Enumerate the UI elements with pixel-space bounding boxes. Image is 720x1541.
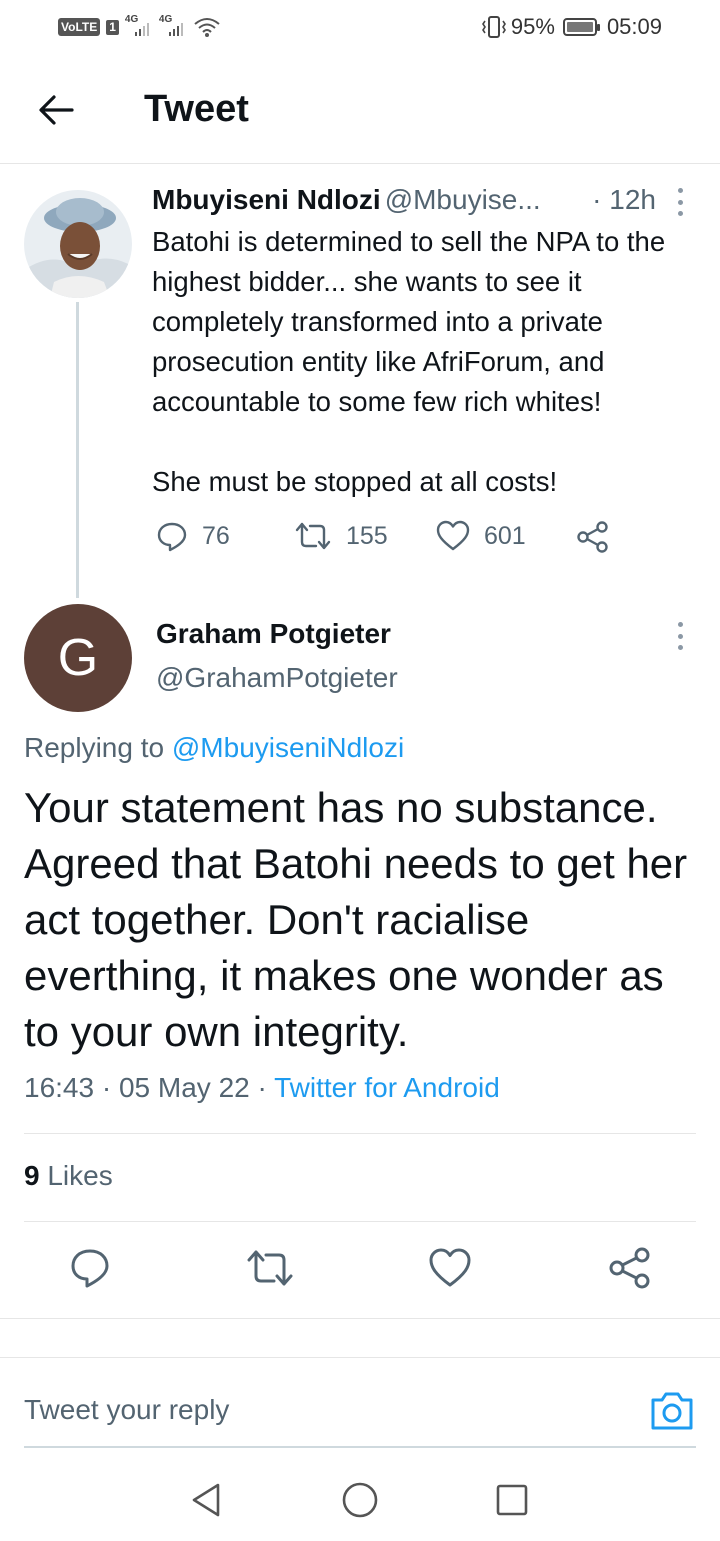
replying-to: Replying to @MbuyiseniNdlozi: [24, 732, 404, 764]
battery-percent: 95%: [510, 14, 555, 39]
reply-action[interactable]: 76: [156, 520, 230, 552]
parent-author-name[interactable]: Mbuyiseni Ndlozi: [152, 184, 381, 215]
square-recents-icon: [496, 1484, 528, 1516]
retweet-count: 155: [346, 521, 388, 550]
meta-separator: ·: [94, 1072, 119, 1103]
thread-line: [76, 302, 79, 598]
sim-badge: 1: [106, 19, 119, 35]
status-left: VoLTE 1 4G 4G: [58, 14, 221, 40]
nav-home-button[interactable]: [340, 1480, 380, 1520]
more-options-icon[interactable]: [676, 188, 684, 216]
retweet-icon: [295, 522, 331, 550]
reply-more-options-icon[interactable]: [676, 622, 684, 650]
system-nav-bar: [0, 1470, 720, 1530]
signal-icon-2: 4G: [159, 14, 187, 38]
divider: [24, 1133, 696, 1134]
likes-count: 9: [24, 1160, 40, 1191]
divider: [24, 1221, 696, 1222]
top-app-bar: Tweet: [0, 60, 720, 164]
parent-author-handle[interactable]: @Mbuyise...: [385, 184, 541, 215]
reply-icon: [157, 522, 187, 552]
nav-back-button[interactable]: [186, 1480, 226, 1520]
likes-summary[interactable]: 9 Likes: [24, 1160, 113, 1192]
parent-tweet-text: Batohi is determined to sell the NPA to …: [152, 226, 666, 497]
section-divider: [0, 1318, 720, 1319]
tweet-source[interactable]: Twitter for Android: [274, 1072, 500, 1103]
replying-prefix: Replying to: [24, 732, 172, 763]
retweet-icon: [247, 1250, 293, 1286]
heart-icon: [436, 520, 470, 551]
tweet-date: 05 May 22: [118, 1072, 250, 1103]
replying-to-handle[interactable]: @MbuyiseniNdlozi: [172, 732, 404, 763]
likes-label: Likes: [39, 1160, 113, 1191]
status-bar: VoLTE 1 4G 4G 95% 05:09: [0, 0, 720, 56]
parent-tweet-time: · 12h: [592, 184, 656, 215]
vibrate-icon: [481, 16, 506, 38]
reply-input[interactable]: [24, 1388, 624, 1432]
back-button[interactable]: [34, 88, 78, 132]
nav-recents-button[interactable]: [492, 1480, 532, 1520]
wifi-icon: [194, 18, 220, 37]
heart-icon: [429, 1248, 471, 1287]
tweet-time: 16:43: [24, 1072, 95, 1103]
tweet-actions: [0, 1246, 720, 1296]
arrow-left-icon: [39, 95, 74, 125]
like-button[interactable]: [428, 1246, 472, 1290]
circle-home-icon: [342, 1482, 378, 1518]
parent-tweet-actions: 76 155 601: [152, 520, 632, 560]
section-divider: [0, 1357, 720, 1358]
signal-icon: 4G: [125, 14, 153, 38]
share-icon: [577, 521, 608, 553]
reply-button[interactable]: [68, 1246, 112, 1290]
reply-count: 76: [202, 521, 230, 550]
camera-icon: [651, 1392, 693, 1430]
battery-icon: [562, 18, 600, 36]
meta-separator-2: ·: [249, 1072, 275, 1103]
avatar-photo: [24, 190, 132, 298]
share-button[interactable]: [608, 1246, 652, 1290]
reply-author-name[interactable]: Graham Potgieter: [156, 618, 391, 650]
like-action[interactable]: 601: [436, 520, 526, 552]
avatar-graham[interactable]: G: [24, 604, 132, 712]
avatar-letter: G: [57, 629, 99, 687]
triangle-back-icon: [192, 1483, 220, 1517]
reply-tweet-text: Your statement has no substance. Agreed …: [24, 784, 688, 1055]
reply-underline: [24, 1446, 696, 1448]
volte-badge: VoLTE: [58, 18, 101, 36]
reply-author-handle[interactable]: @GrahamPotgieter: [156, 662, 398, 694]
clock: 05:09: [606, 14, 662, 39]
camera-button[interactable]: [648, 1388, 696, 1432]
status-right: 95% 05:09: [481, 14, 662, 40]
reply-icon: [71, 1249, 109, 1288]
tweet-meta: 16:43 · 05 May 22 · Twitter for Android: [24, 1072, 500, 1104]
share-icon: [609, 1247, 650, 1289]
parent-tweet-header: Mbuyiseni Ndlozi @Mbuyise... · 12h: [152, 184, 692, 222]
avatar-mbuyiseni[interactable]: [24, 190, 132, 298]
page-title: Tweet: [144, 88, 249, 130]
retweet-action[interactable]: 155: [294, 520, 388, 552]
retweet-button[interactable]: [246, 1246, 293, 1290]
like-count: 601: [484, 521, 526, 550]
share-action[interactable]: [576, 520, 610, 554]
